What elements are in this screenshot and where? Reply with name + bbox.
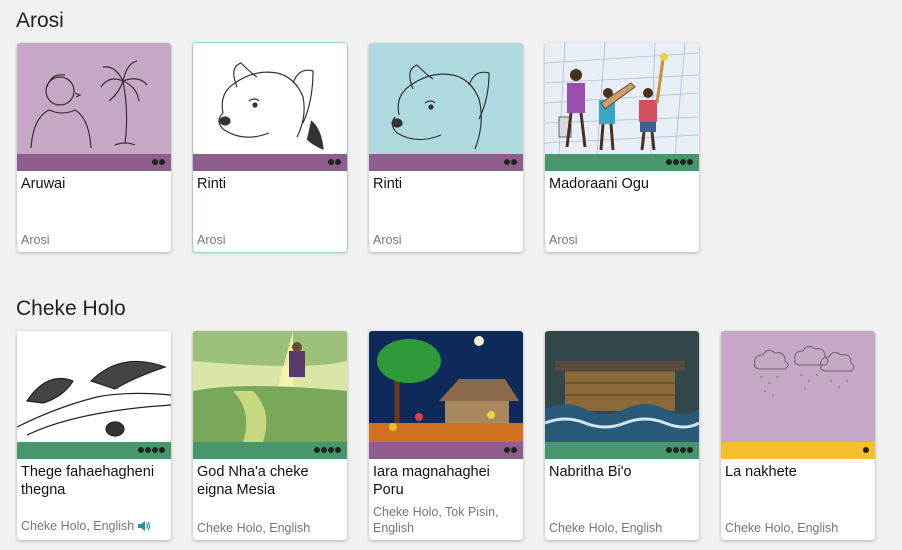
book-languages: Arosi: [373, 233, 402, 247]
book-thumbnail: [369, 331, 523, 442]
level-band: [193, 154, 347, 171]
book-title: Nabritha Bi'o: [549, 464, 632, 480]
book-languages: Cheke Holo, English: [197, 521, 311, 535]
book-thumbnail: [369, 43, 523, 154]
book-card-thege-fahaehagheni-thegna[interactable]: Thege fahaehagheni thegna Cheke Holo, En…: [17, 331, 171, 540]
book-card-aruwai[interactable]: Aruwai Arosi: [17, 43, 171, 252]
book-languages: Arosi: [21, 233, 50, 247]
level-band: [545, 154, 699, 171]
book-thumbnail: [545, 43, 699, 154]
book-card-nabritha-bio[interactable]: Nabritha Bi'o Cheke Holo, English: [545, 331, 699, 540]
book-languages-text: Cheke Holo, English: [21, 519, 135, 533]
section-title-arosi: Arosi: [16, 9, 64, 32]
book-card-rinti-2[interactable]: Rinti Arosi: [369, 43, 523, 252]
book-title: Iara magnahaghei Poru: [373, 464, 490, 498]
book-thumbnail: [17, 331, 171, 442]
book-thumbnail: [721, 331, 875, 442]
book-thumbnail: [545, 331, 699, 442]
speaker-icon: [137, 520, 151, 536]
book-thumbnail: [193, 331, 347, 442]
book-title: Aruwai: [21, 176, 66, 192]
book-card-rinti-1[interactable]: Rinti Arosi: [193, 43, 347, 252]
book-title: Rinti: [373, 176, 403, 192]
book-card-madoraani-ogu[interactable]: Madoraani Ogu Arosi: [545, 43, 699, 252]
level-band: [17, 154, 171, 171]
book-title: Thege fahaehagheni thegna: [21, 464, 155, 498]
section-title-cheke-holo: Cheke Holo: [16, 297, 126, 320]
level-band: [17, 442, 171, 459]
level-band: [369, 442, 523, 459]
book-title: Rinti: [197, 176, 227, 192]
book-title: Madoraani Ogu: [549, 176, 649, 192]
book-thumbnail: [17, 43, 171, 154]
book-title: God Nha'a cheke eigna Mesia: [197, 464, 309, 498]
level-band: [369, 154, 523, 171]
book-title: La nakhete: [725, 464, 797, 480]
book-card-god-nhaa-cheke-eigna-mesia[interactable]: God Nha'a cheke eigna Mesia Cheke Holo, …: [193, 331, 347, 540]
book-languages: Cheke Holo, Tok Pisin, English: [373, 505, 499, 535]
level-band: [721, 442, 875, 459]
book-languages: Arosi: [549, 233, 578, 247]
book-languages: Arosi: [197, 233, 226, 247]
level-band: [193, 442, 347, 459]
book-card-la-nakhete[interactable]: La nakhete Cheke Holo, English: [721, 331, 875, 540]
book-thumbnail: [193, 43, 347, 154]
book-languages: Cheke Holo, English: [549, 521, 663, 535]
level-band: [545, 442, 699, 459]
book-languages: Cheke Holo, English: [725, 521, 839, 535]
book-languages: Cheke Holo, English: [21, 518, 169, 536]
book-card-iara-magnahaghei-poru[interactable]: Iara magnahaghei Poru Cheke Holo, Tok Pi…: [369, 331, 523, 540]
